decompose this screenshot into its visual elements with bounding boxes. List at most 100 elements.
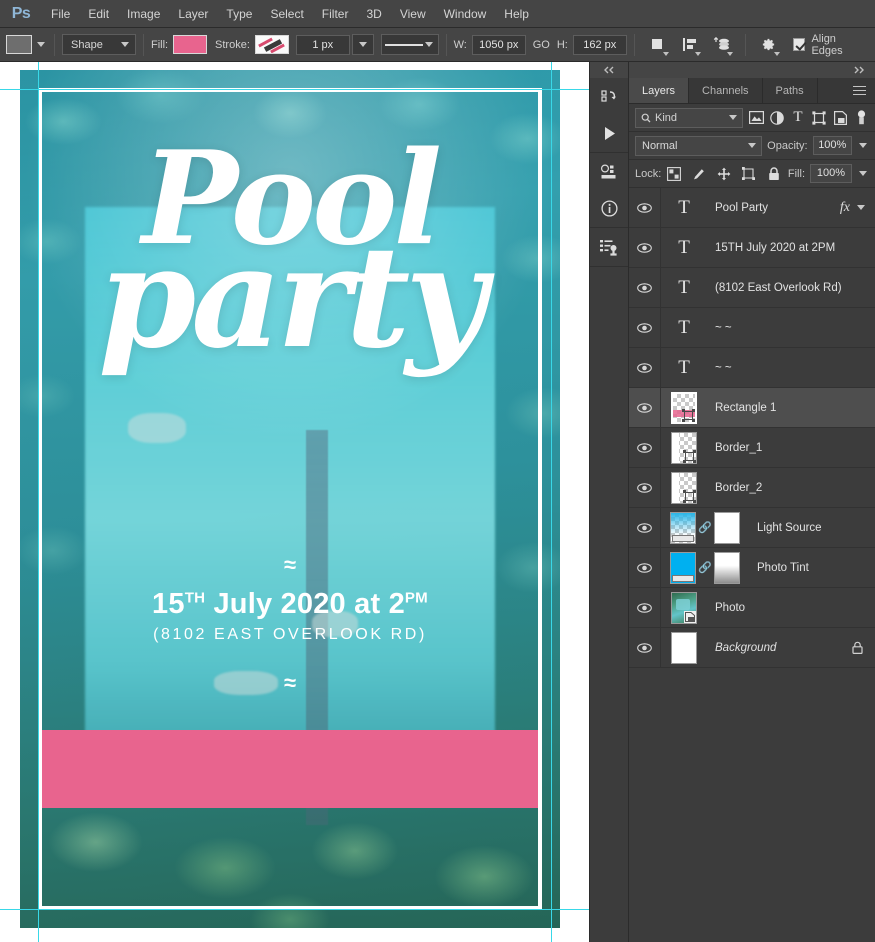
gear-icon[interactable] (758, 34, 780, 56)
table-row[interactable]: Rectangle 1 (629, 388, 875, 428)
layer-thumbnail[interactable]: T (661, 197, 707, 219)
layer-list[interactable]: T Pool Party fx T 15TH July 2020 at 2PM (629, 188, 875, 942)
guide-vertical-left[interactable] (38, 62, 39, 942)
tab-paths[interactable]: Paths (762, 78, 818, 103)
menu-item-layer[interactable]: Layer (169, 0, 217, 28)
layer-visibility-toggle[interactable] (629, 308, 661, 347)
layer-thumbnail[interactable]: 🔗 (661, 511, 749, 544)
layer-name[interactable]: Photo Tint (749, 562, 875, 574)
path-alignment-icon[interactable] (679, 34, 701, 56)
layer-visibility-toggle[interactable] (629, 188, 661, 227)
play-actions-icon[interactable] (596, 120, 622, 146)
lock-artboard-nesting-icon[interactable] (741, 166, 757, 182)
layer-name[interactable]: Background (707, 642, 852, 654)
guide-horizontal-bottom[interactable] (0, 909, 589, 910)
layer-mask-thumbnail[interactable] (713, 551, 740, 584)
panel-expand-button[interactable] (629, 62, 875, 78)
layer-thumbnail[interactable]: T (661, 277, 707, 299)
layer-visibility-toggle[interactable] (629, 388, 661, 427)
layer-thumbnail[interactable]: T (661, 357, 707, 379)
layer-name[interactable]: Border_1 (707, 442, 875, 454)
layer-visibility-toggle[interactable] (629, 508, 661, 547)
width-input[interactable]: 1050 px (471, 34, 526, 55)
layer-visibility-toggle[interactable] (629, 628, 661, 667)
link-dimensions-icon[interactable]: GO (533, 39, 550, 51)
layer-name[interactable]: Photo (707, 602, 875, 614)
stroke-color-swatch[interactable] (254, 35, 289, 54)
guide-vertical-right[interactable] (551, 62, 552, 942)
opacity-stepper-icon[interactable] (859, 143, 867, 148)
panel-menu-icon[interactable] (844, 78, 875, 103)
menu-item-filter[interactable]: Filter (313, 0, 358, 28)
table-row[interactable]: 🔗 Photo Tint (629, 548, 875, 588)
canvas-area[interactable]: Pool party ≈ 15TH July 2020 at 2PM (8102… (0, 62, 589, 942)
dock-collapse-button[interactable] (590, 62, 628, 78)
table-row[interactable]: T ~ ~ (629, 348, 875, 388)
guide-horizontal-top[interactable] (0, 89, 589, 90)
pink-rectangle-shape[interactable] (42, 730, 538, 808)
layer-visibility-toggle[interactable] (629, 428, 661, 467)
artboard[interactable]: Pool party ≈ 15TH July 2020 at 2PM (8102… (20, 70, 560, 928)
chevron-down-icon[interactable] (37, 42, 45, 47)
layer-name[interactable]: Rectangle 1 (707, 402, 875, 414)
layer-visibility-toggle[interactable] (629, 268, 661, 307)
chevron-down-icon[interactable] (857, 205, 865, 210)
table-row[interactable]: 🔗 Light Source (629, 508, 875, 548)
fill-stepper-icon[interactable] (859, 171, 867, 176)
menu-item-help[interactable]: Help (495, 0, 538, 28)
lock-image-pixels-icon[interactable] (691, 166, 707, 182)
table-row[interactable]: T ~ ~ (629, 308, 875, 348)
path-arrangement-icon[interactable] (711, 34, 733, 56)
filter-smart-object-icon[interactable] (832, 110, 848, 126)
info-icon[interactable] (596, 195, 622, 221)
link-mask-icon[interactable]: 🔗 (698, 521, 712, 534)
filter-kind-select[interactable]: Kind (635, 107, 743, 128)
table-row[interactable]: T 15TH July 2020 at 2PM (629, 228, 875, 268)
layer-name[interactable]: ~ ~ (707, 362, 875, 374)
stroke-width-stepper[interactable] (351, 34, 374, 55)
menu-item-image[interactable]: Image (118, 0, 169, 28)
filter-pixel-icon[interactable] (748, 110, 764, 126)
layer-name[interactable]: Border_2 (707, 482, 875, 494)
layer-name[interactable]: ~ ~ (707, 322, 875, 334)
history-icon[interactable] (596, 84, 622, 110)
table-row[interactable]: Border_2 (629, 468, 875, 508)
fill-color-swatch[interactable] (173, 35, 208, 54)
align-edges-checkbox[interactable]: Align Edges (792, 33, 875, 57)
layer-name[interactable]: Pool Party (707, 202, 840, 214)
clone-source-icon[interactable] (596, 234, 622, 260)
filter-type-icon[interactable]: T (790, 109, 806, 126)
menu-item-3d[interactable]: 3D (357, 0, 390, 28)
layer-name[interactable]: 15TH July 2020 at 2PM (707, 242, 875, 254)
layer-mask-thumbnail[interactable] (713, 511, 740, 544)
layer-thumbnail[interactable] (661, 391, 707, 424)
table-row[interactable]: Background (629, 628, 875, 668)
lock-all-icon[interactable] (766, 166, 782, 182)
layer-thumbnail[interactable] (661, 631, 707, 664)
menu-item-type[interactable]: Type (217, 0, 261, 28)
table-row[interactable]: T (8102 East Overlook Rd) (629, 268, 875, 308)
menu-item-select[interactable]: Select (261, 0, 312, 28)
layer-visibility-toggle[interactable] (629, 468, 661, 507)
lock-position-icon[interactable] (716, 166, 732, 182)
stroke-width-input[interactable]: 1 px (295, 34, 350, 55)
layer-visibility-toggle[interactable] (629, 228, 661, 267)
fill-input[interactable]: 100% (810, 164, 852, 183)
tab-channels[interactable]: Channels (689, 78, 763, 103)
menu-item-file[interactable]: File (42, 0, 79, 28)
layer-effects-indicator[interactable]: fx (840, 200, 875, 216)
layer-thumbnail[interactable]: 🔗 (661, 551, 749, 584)
layer-thumbnail[interactable]: T (661, 317, 707, 339)
layer-visibility-toggle[interactable] (629, 548, 661, 587)
filter-adjustment-icon[interactable] (769, 110, 785, 126)
layer-thumbnail[interactable] (661, 431, 707, 464)
menu-item-view[interactable]: View (391, 0, 435, 28)
opacity-input[interactable]: 100% (812, 136, 852, 155)
filter-shape-icon[interactable] (811, 110, 827, 126)
table-row[interactable]: Photo (629, 588, 875, 628)
layer-visibility-toggle[interactable] (629, 588, 661, 627)
link-mask-icon[interactable]: 🔗 (698, 561, 712, 574)
properties-icon[interactable] (596, 159, 622, 185)
filter-toggle-icon[interactable] (853, 110, 869, 126)
layer-thumbnail[interactable] (661, 591, 707, 624)
